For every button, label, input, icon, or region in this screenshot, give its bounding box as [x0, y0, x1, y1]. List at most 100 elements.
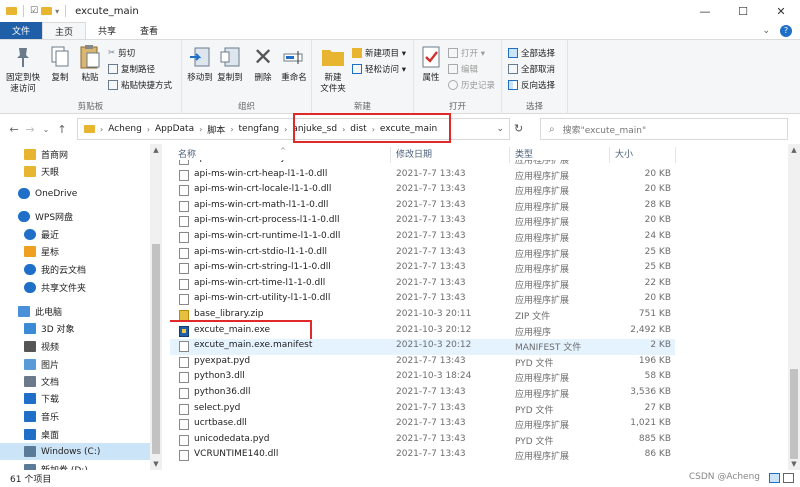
tab-view[interactable]: 查看	[128, 22, 170, 39]
column-type[interactable]: 类型	[515, 147, 533, 160]
edit-button[interactable]: 编辑	[448, 63, 478, 75]
paste-button[interactable]: 粘贴	[76, 44, 104, 84]
new-folder-icon[interactable]	[41, 7, 53, 15]
file-row[interactable]: python36.dll 2021-7-7 13:43 应用程序扩展 3,536 KB	[170, 386, 675, 402]
nav-item[interactable]: 桌面	[0, 426, 59, 443]
file-row[interactable]: excute_main.exe.manifest 2021-10-3 20:12 M…	[170, 339, 675, 355]
nav-item[interactable]: 文档	[0, 373, 59, 390]
nav-item[interactable]: 下载	[0, 390, 59, 407]
recent-locations-chevron-icon[interactable]: ⌄	[38, 125, 54, 134]
chevron-right-icon[interactable]: ›	[230, 125, 233, 134]
select-all-button[interactable]: 全部选择	[508, 47, 555, 59]
checkmark-icon[interactable]: ☑	[30, 6, 38, 16]
new-folder-button[interactable]: 新建 文件夹	[316, 44, 350, 95]
nav-item[interactable]: 图片	[0, 356, 59, 373]
column-date[interactable]: 修改日期	[396, 147, 432, 160]
nav-scrollbar[interactable]: ▲ ▼	[150, 144, 162, 470]
nav-item[interactable]: Windows (C:)	[0, 443, 150, 460]
properties-button[interactable]: 属性	[418, 44, 444, 84]
chevron-right-icon[interactable]: ›	[199, 125, 202, 134]
file-row[interactable]: unicodedata.pyd 2021-7-7 13:43 PYD 文件 885 K…	[170, 433, 675, 449]
copy-button[interactable]: 复制	[46, 44, 74, 84]
chevron-down-icon[interactable]: ⌄	[496, 124, 504, 134]
file-row[interactable]: api-ms-win-crt-utility-l1-1-0.dll 2021-7-…	[170, 292, 675, 308]
chevron-right-icon[interactable]: ›	[284, 125, 287, 134]
chevron-down-icon[interactable]: ▾	[55, 7, 59, 16]
file-row[interactable]: pyexpat.pyd 2021-7-7 13:43 PYD 文件 196 KB	[170, 355, 675, 371]
copy-path-button[interactable]: 复制路径	[108, 63, 155, 75]
file-row[interactable]: api-ms-win-crt-locale-l1-1-0.dll 2021-7-7…	[170, 183, 675, 199]
scroll-up-icon[interactable]: ▲	[788, 146, 800, 154]
details-view-icon[interactable]	[769, 473, 780, 483]
forward-arrow-icon[interactable]: →	[22, 123, 38, 136]
nav-item[interactable]: 最近	[0, 226, 59, 243]
maximize-button[interactable]: ☐	[724, 0, 762, 22]
delete-button[interactable]: ✕ 删除	[252, 44, 274, 84]
ribbon-tabs: 文件 主页 共享 查看 ⌄ ?	[0, 22, 800, 39]
file-row[interactable]: api-ms-win-crt-process-l1-1-0.dll 2021-7-…	[170, 214, 675, 230]
chevron-right-icon[interactable]: ›	[147, 125, 150, 134]
column-name[interactable]: 名称	[178, 147, 196, 160]
chevron-down-icon[interactable]: ⌄	[762, 26, 770, 36]
scroll-thumb[interactable]	[152, 244, 160, 454]
nav-item[interactable]: 天眼	[0, 163, 59, 180]
new-item-button[interactable]: 新建项目 ▾	[352, 47, 406, 59]
nav-item[interactable]: 我的云文档	[0, 261, 86, 278]
tab-file[interactable]: 文件	[0, 22, 43, 39]
file-row[interactable]: VCRUNTIME140.dll 2021-7-7 13:43 应用程序扩展 86 K…	[170, 448, 675, 464]
breadcrumb-tengfang[interactable]: tengfang	[239, 124, 280, 134]
address-bar[interactable]: › Acheng › AppData › 脚本 › tengfang › anj…	[77, 113, 510, 143]
nav-item[interactable]: 音乐	[0, 408, 59, 425]
nav-item[interactable]: WPS网盘	[0, 208, 73, 225]
move-to-button[interactable]: 移动到	[186, 44, 214, 84]
scroll-down-icon[interactable]: ▼	[788, 460, 800, 468]
scroll-up-icon[interactable]: ▲	[150, 146, 162, 154]
paste-shortcut-button[interactable]: 粘贴快捷方式	[108, 79, 172, 91]
search-box[interactable]: ⌕ 搜索"excute_main"	[540, 118, 788, 140]
nav-item[interactable]: 首商网	[0, 146, 68, 163]
file-row[interactable]: api-ms-win-crt-time-l1-1-0.dll 2021-7-7 1…	[170, 277, 675, 293]
up-arrow-icon[interactable]: ↑	[54, 123, 70, 136]
copy-to-button[interactable]: 复制到	[216, 44, 244, 84]
breadcrumb-acheng[interactable]: Acheng	[108, 124, 142, 134]
file-row[interactable]: api-ms-win-crt-math-l1-1-0.dll 2021-7-7 1…	[170, 199, 675, 215]
file-row[interactable]: api-ms-win-crt-runtime-l1-1-0.dll 2021-7-…	[170, 230, 675, 246]
tab-home[interactable]: 主页	[42, 22, 87, 39]
open-button[interactable]: 打开 ▾	[448, 47, 485, 59]
breadcrumb-scripts[interactable]: 脚本	[207, 123, 225, 136]
minimize-button[interactable]: —	[686, 0, 724, 22]
file-row[interactable]: api-ms-win-crt-heap-l1-1-0.dll 2021-7-7 1…	[170, 168, 675, 184]
history-button[interactable]: 历史记录	[448, 79, 495, 91]
nav-item[interactable]: 视频	[0, 338, 59, 355]
large-icons-view-icon[interactable]	[783, 473, 794, 483]
file-row[interactable]: select.pyd 2021-7-7 13:43 PYD 文件 27 KB	[170, 402, 675, 418]
rename-button[interactable]: 重命名	[280, 44, 308, 84]
easy-access-button[interactable]: 轻松访问 ▾	[352, 63, 406, 75]
close-button[interactable]: ✕	[762, 0, 800, 22]
file-row[interactable]: api-ms-win-crt-stdio-l1-1-0.dll 2021-7-7 …	[170, 246, 675, 262]
refresh-icon[interactable]: ↻	[514, 122, 523, 135]
file-row[interactable]: excute_main.exe 2021-10-3 20:12 应用程序 2,492 …	[170, 319, 675, 342]
nav-item[interactable]: 共享文件夹	[0, 279, 86, 296]
breadcrumb-appdata[interactable]: AppData	[155, 124, 194, 134]
select-none-button[interactable]: 全部取消	[508, 63, 555, 75]
file-list-scrollbar[interactable]: ▲ ▼	[788, 144, 800, 470]
column-size[interactable]: 大小	[615, 147, 633, 160]
nav-item[interactable]: 3D 对象	[0, 320, 75, 337]
file-row[interactable]: ucrtbase.dll 2021-7-7 13:43 应用程序扩展 1,021 KB	[170, 417, 675, 433]
tab-share[interactable]: 共享	[86, 22, 128, 39]
file-row[interactable]: python3.dll 2021-10-3 18:24 应用程序扩展 58 KB	[170, 370, 675, 386]
invert-selection-button[interactable]: 反向选择	[508, 79, 555, 91]
nav-item[interactable]: OneDrive	[0, 185, 77, 202]
file-row[interactable]: api-ms-win-crt-filesystem-l1-1-0.dll 2021…	[170, 160, 675, 168]
back-arrow-icon[interactable]: ←	[6, 123, 22, 136]
file-row[interactable]: api-ms-win-crt-string-l1-1-0.dll 2021-7-7…	[170, 261, 675, 277]
help-icon[interactable]: ?	[780, 24, 792, 37]
nav-item[interactable]: 此电脑	[0, 303, 62, 320]
nav-item[interactable]: 星标	[0, 243, 59, 260]
pin-quick-access-button[interactable]: 固定到快 速访问	[4, 44, 42, 95]
chevron-right-icon[interactable]: ›	[100, 125, 103, 134]
scroll-down-icon[interactable]: ▼	[150, 460, 162, 468]
scroll-thumb[interactable]	[790, 369, 798, 459]
cut-button[interactable]: ✂ 剪切	[108, 47, 135, 59]
